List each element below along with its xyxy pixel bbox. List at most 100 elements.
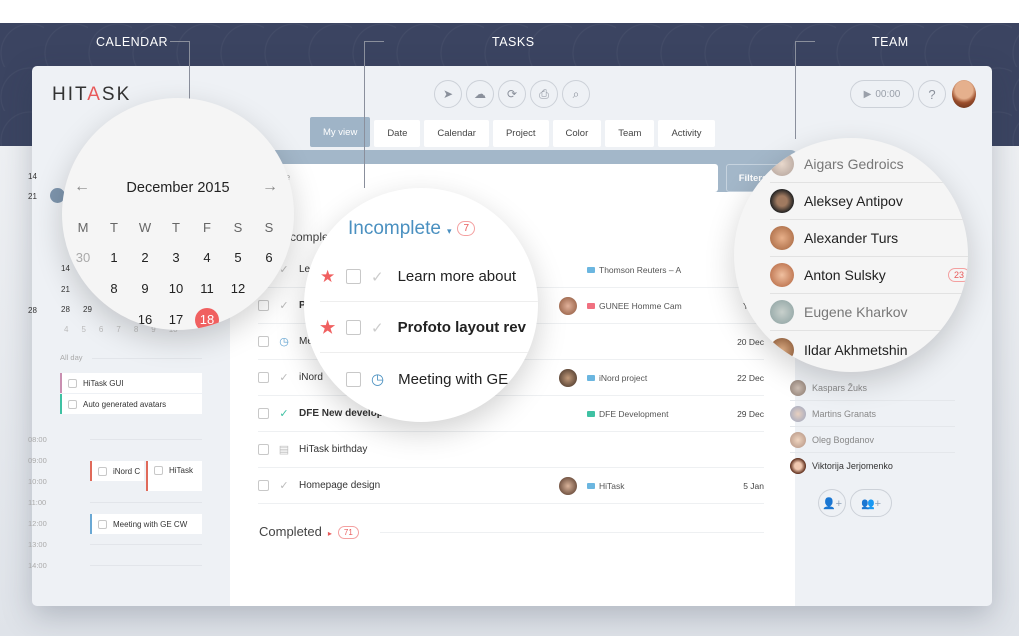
- calendar-day[interactable]: 16: [130, 312, 160, 327]
- task-row[interactable]: ◷ Meeting with GE: [320, 354, 538, 404]
- calendar-day[interactable]: 5: [223, 250, 253, 265]
- divider: [380, 532, 764, 533]
- team-member[interactable]: Aleksey Antipov: [770, 183, 968, 220]
- weekday-label: T: [110, 220, 118, 235]
- calendar-magnifier: ← December 2015 → M T W T F S S 30 1 2 3 4 5 6 8 9 10 11 1…: [62, 98, 294, 330]
- user-avatar[interactable]: [952, 80, 976, 108]
- team-member[interactable]: Aigars Gedroics: [770, 146, 968, 183]
- calendar-day[interactable]: 6: [254, 250, 284, 265]
- hour-label: 08:00: [28, 435, 47, 444]
- tab-my-view[interactable]: My view: [310, 117, 371, 147]
- cloud-upload-icon[interactable]: ☁: [466, 80, 494, 108]
- checkbox[interactable]: [68, 378, 77, 388]
- team-member[interactable]: Oleg Bogdanov: [790, 427, 955, 453]
- calendar-day[interactable]: 1: [99, 250, 129, 265]
- small-cal-day[interactable]: 14: [61, 264, 70, 273]
- task-row[interactable]: ★ ✓ Learn more about: [320, 252, 538, 302]
- caret-down-icon: ▾: [446, 226, 452, 236]
- assignee-avatar: [559, 476, 577, 495]
- add-group-button[interactable]: 👥+: [850, 489, 892, 517]
- weekday-label: S: [233, 220, 243, 235]
- tab-project[interactable]: Project: [492, 120, 549, 147]
- help-button[interactable]: ?: [918, 80, 946, 108]
- tab-date[interactable]: Date: [374, 120, 421, 147]
- task-row[interactable]: ✓ Homepage design HiTask 5 Jan: [258, 468, 764, 504]
- task-row[interactable]: ★ ✓ Profoto layout rev: [320, 303, 538, 353]
- divider: [92, 358, 202, 359]
- leader-line: [364, 41, 384, 42]
- hour-line: [90, 544, 202, 545]
- hour-label: 14:00: [28, 561, 47, 570]
- team-member[interactable]: Martins Granats: [790, 401, 955, 427]
- small-cal-day[interactable]: 28: [61, 305, 70, 314]
- completed-count: 71: [337, 526, 359, 540]
- calendar-event[interactable]: HiTask: [146, 461, 202, 491]
- calendar-day[interactable]: 8: [99, 281, 129, 296]
- all-day-event[interactable]: HiTask GUI: [60, 373, 202, 393]
- tab-team[interactable]: Team: [605, 120, 655, 147]
- calendar-day[interactable]: 10: [161, 281, 191, 296]
- add-user-button[interactable]: 👤+: [818, 489, 846, 517]
- incomplete-count: 7: [457, 221, 476, 237]
- calendar-day[interactable]: 18: [192, 308, 222, 330]
- calendar-day[interactable]: 30: [68, 250, 98, 265]
- today-marker[interactable]: 18: [195, 308, 219, 330]
- leader-line: [795, 41, 796, 139]
- team-member[interactable]: Alexander Turs: [770, 220, 968, 257]
- tab-activity[interactable]: Activity: [658, 120, 715, 147]
- team-member[interactable]: Eugene Kharkov: [770, 294, 968, 331]
- section-label-tasks: TASKS: [492, 35, 535, 49]
- hitask-logo: HITASK: [52, 84, 132, 105]
- incomplete-header[interactable]: Incomplete ▾ 7: [348, 218, 476, 240]
- task-row[interactable]: ▤ HiTask birthday: [258, 432, 764, 468]
- check-icon: ✓: [371, 319, 384, 337]
- tasks-magnifier: Incomplete ▾ 7 ★ ✓ Learn more about ★ ✓ Profot…: [304, 188, 538, 422]
- section-label-team: TEAM: [872, 35, 909, 49]
- calendar-day[interactable]: 11: [192, 281, 222, 296]
- calendar-day[interactable]: 4: [192, 250, 222, 265]
- weekday-label: T: [172, 220, 180, 235]
- hour-line: [90, 502, 202, 503]
- calendar-day[interactable]: 9: [130, 281, 160, 296]
- team-member[interactable]: Viktorija Jerjomenko: [790, 453, 955, 479]
- team-member[interactable]: Kaspars Žuks: [790, 375, 955, 401]
- calendar-day[interactable]: 17: [161, 312, 191, 327]
- calendar-event[interactable]: Meeting with GE CW: [90, 514, 202, 534]
- sync-icon[interactable]: ⟳: [498, 80, 526, 108]
- check-icon: ✓: [371, 268, 384, 286]
- tab-color[interactable]: Color: [552, 120, 602, 147]
- hour-label: 12:00: [28, 519, 47, 528]
- team-magnifier: Aigars Gedroics Aleksey Antipov Alexande…: [734, 138, 968, 372]
- all-day-label: All day: [60, 353, 83, 362]
- assignee-avatar: [559, 368, 577, 387]
- tab-calendar[interactable]: Calendar: [424, 120, 489, 147]
- calendar-event[interactable]: iNord C: [90, 461, 144, 481]
- all-day-event[interactable]: Auto generated avatars: [60, 394, 202, 414]
- small-cal-day[interactable]: 21: [61, 285, 70, 294]
- timer-button[interactable]: ▶ 00:00: [850, 80, 914, 108]
- next-month-icon[interactable]: →: [262, 178, 278, 196]
- section-label-calendar: CALENDAR: [96, 35, 169, 49]
- completed-section[interactable]: Completed ▸ 71: [259, 524, 359, 540]
- clock-icon: ◷: [371, 371, 385, 388]
- team-member[interactable]: Ildar Akhmetshin: [770, 331, 968, 368]
- checkbox[interactable]: [68, 399, 77, 409]
- print-icon[interactable]: ⎙: [530, 80, 558, 108]
- send-icon[interactable]: ➤: [434, 80, 462, 108]
- hour-label: 13:00: [28, 540, 47, 549]
- star-icon: ★: [320, 266, 336, 286]
- search-input[interactable]: tem name: [242, 164, 718, 192]
- month-title: December 2015: [126, 180, 230, 196]
- search-icon[interactable]: ⌕: [562, 80, 590, 108]
- calendar-day[interactable]: 12: [223, 281, 253, 296]
- hour-label: 11:00: [28, 498, 47, 507]
- weekday-label: S: [264, 220, 274, 235]
- leader-line: [170, 41, 189, 42]
- unread-badge: 23: [947, 268, 968, 282]
- weekday-label: W: [138, 220, 152, 235]
- calendar-day[interactable]: 3: [161, 250, 191, 265]
- calendar-day[interactable]: 2: [130, 250, 160, 265]
- leader-line: [189, 41, 190, 101]
- team-member[interactable]: Anton Sulsky 23: [770, 257, 968, 294]
- small-cal-day[interactable]: 29: [83, 305, 92, 314]
